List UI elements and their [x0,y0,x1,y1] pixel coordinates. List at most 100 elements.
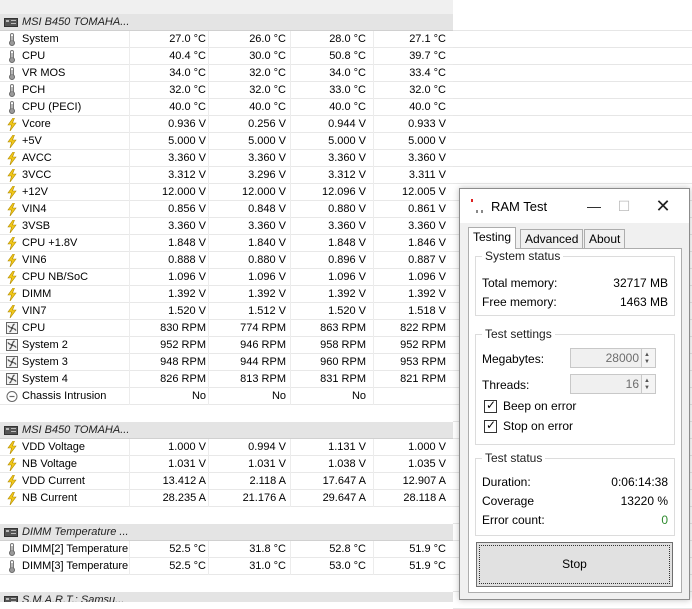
sensor-row[interactable]: VIN7 1.520 V 1.512 V 1.520 V 1.518 V [0,303,453,320]
sensor-min: 1.096 V [248,271,286,283]
background-gridline [453,132,692,133]
lightning-icon [7,220,17,233]
sensor-row[interactable]: NB Current 28.235 A 21.176 A 29.647 A 28.118… [0,490,453,507]
spin-down-icon[interactable]: ▼ [644,385,650,391]
coverage-label: Coverage [482,494,535,508]
sensor-max: 0.896 V [328,254,366,266]
close-button[interactable]: ✕ [649,193,677,219]
sensor-row[interactable]: Vcore 0.936 V 0.256 V 0.944 V 0.933 V [0,116,453,133]
column-separator [373,439,374,456]
sensor-row[interactable]: VDD Voltage 1.000 V 0.994 V 1.131 V 1.000 V [0,439,453,456]
column-separator [208,456,209,473]
megabytes-spin-arrows[interactable]: ▲ ▼ [641,349,655,367]
error-count-value: 0 [661,513,668,527]
sensor-min: 944 RPM [240,356,286,368]
sensor-row[interactable]: +5V 5.000 V 5.000 V 5.000 V 5.000 V [0,133,453,150]
column-separator [373,82,374,99]
sensor-average: 5.000 V [408,135,446,147]
section-header[interactable]: DIMM Temperature ... [0,524,453,541]
sensor-min: 1.512 V [248,305,286,317]
column-separator [373,167,374,184]
sensor-row[interactable]: CPU (PECI) 40.0 °C 40.0 °C 40.0 °C 40.0 °C [0,99,453,116]
sensor-current: 27.0 °C [169,33,206,45]
sensor-row[interactable]: CPU NB/SoC 1.096 V 1.096 V 1.096 V 1.096 V [0,269,453,286]
sensor-current: 1.096 V [168,271,206,283]
column-separator [373,320,374,337]
blank-row [0,575,453,592]
sensor-row[interactable]: System 2 952 RPM 946 RPM 958 RPM 952 RPM [0,337,453,354]
sensor-row[interactable]: DIMM[3] Temperature 52.5 °C 31.0 °C 53.0 °C… [0,558,453,575]
sensor-current: 34.0 °C [169,67,206,79]
sensor-row[interactable]: Chassis Intrusion No No No [0,388,453,405]
ram-test-dialog: RAM Test — ☐ ✕ Testing Advanced About Sy… [459,188,690,600]
spin-up-icon[interactable]: ▲ [644,378,650,384]
background-gridline [453,149,692,150]
beep-on-error-label[interactable]: Beep on error [503,399,576,413]
section-header[interactable]: MSI B450 TOMAHA... [0,422,453,439]
column-separator [373,201,374,218]
sensor-row[interactable]: VDD Current 13.412 A 2.118 A 17.647 A 12.907… [0,473,453,490]
sensor-max: 33.0 °C [329,84,366,96]
lightning-icon [7,203,17,216]
minimize-button[interactable]: — [580,193,608,219]
sensor-row[interactable]: VR MOS 34.0 °C 32.0 °C 34.0 °C 33.4 °C [0,65,453,82]
threads-spin-arrows[interactable]: ▲ ▼ [641,375,655,393]
sensor-row[interactable]: System 27.0 °C 26.0 °C 28.0 °C 27.1 °C [0,31,453,48]
sensor-average: 12.005 V [401,186,446,198]
sensor-current: 40.4 °C [169,50,206,62]
tab-advanced[interactable]: Advanced [520,229,584,248]
sensor-row[interactable]: CPU 830 RPM 774 RPM 863 RPM 822 RPM [0,320,453,337]
column-separator [129,354,130,371]
tab-about[interactable]: About [584,229,626,248]
column-separator [290,150,291,167]
background-gridline [453,64,692,65]
section-header[interactable]: MSI B450 TOMAHA... [0,14,453,31]
sensor-min: 12.000 V [241,186,286,198]
section-header[interactable]: S.M.A.R.T.: Samsu... [0,592,453,602]
sensor-row[interactable]: PCH 32.0 °C 32.0 °C 33.0 °C 32.0 °C [0,82,453,99]
sensor-row[interactable]: DIMM[2] Temperature 52.5 °C 31.8 °C 52.8 °C… [0,541,453,558]
column-separator [129,201,130,218]
column-separator [208,201,209,218]
maximize-button[interactable]: ☐ [610,193,638,219]
sensor-row[interactable]: System 4 826 RPM 813 RPM 831 RPM 821 RPM [0,371,453,388]
sensor-row[interactable]: +12V 12.000 V 12.000 V 12.096 V 12.005 V [0,184,453,201]
tab-testing[interactable]: Testing [468,227,517,249]
spin-down-icon[interactable]: ▼ [644,359,650,365]
column-separator [373,150,374,167]
column-separator [208,31,209,48]
stop-on-error-checkbox[interactable]: ✓ [484,418,497,433]
blank-row [0,405,453,422]
lightning-icon [7,475,17,488]
column-separator [373,48,374,65]
beep-on-error-checkbox[interactable]: ✓ [484,398,497,413]
stop-on-error-label[interactable]: Stop on error [503,419,573,433]
threads-stepper[interactable]: 16 ▲ ▼ [570,374,656,394]
sensor-min: 3.360 V [248,152,286,164]
sensor-current: 52.5 °C [169,543,206,555]
column-separator [290,116,291,133]
sensor-table: MSI B450 TOMAHA... System 27.0 °C 26.0 °C 28… [0,0,453,602]
sensor-row[interactable]: CPU 40.4 °C 30.0 °C 50.8 °C 39.7 °C [0,48,453,65]
stop-button[interactable]: Stop [476,542,673,587]
sensor-row[interactable]: VIN4 0.856 V 0.848 V 0.880 V 0.861 V [0,201,453,218]
sensor-row[interactable]: System 3 948 RPM 944 RPM 960 RPM 953 RPM [0,354,453,371]
sensor-current: 1.031 V [168,458,206,470]
sensor-average: 51.9 °C [409,543,446,555]
sensor-row[interactable]: NB Voltage 1.031 V 1.031 V 1.038 V 1.035 V [0,456,453,473]
sensor-row[interactable]: DIMM 1.392 V 1.392 V 1.392 V 1.392 V [0,286,453,303]
thermometer-icon [9,543,15,556]
megabytes-stepper[interactable]: 28000 ▲ ▼ [570,348,656,368]
spin-up-icon[interactable]: ▲ [644,352,650,358]
column-separator [290,286,291,303]
duration-value: 0:06:14:38 [611,475,668,489]
sensor-row[interactable]: 3VCC 3.312 V 3.296 V 3.312 V 3.311 V [0,167,453,184]
sensor-max: 3.360 V [328,152,366,164]
sensor-row[interactable]: AVCC 3.360 V 3.360 V 3.360 V 3.360 V [0,150,453,167]
sensor-max: 1.520 V [328,305,366,317]
sensor-row[interactable]: CPU +1.8V 1.848 V 1.840 V 1.848 V 1.846 V [0,235,453,252]
sensor-row[interactable]: 3VSB 3.360 V 3.360 V 3.360 V 3.360 V [0,218,453,235]
sensor-row[interactable]: VIN6 0.888 V 0.880 V 0.896 V 0.887 V [0,252,453,269]
background-gridline [453,183,692,184]
title-bar[interactable]: RAM Test — ☐ ✕ [460,189,689,223]
